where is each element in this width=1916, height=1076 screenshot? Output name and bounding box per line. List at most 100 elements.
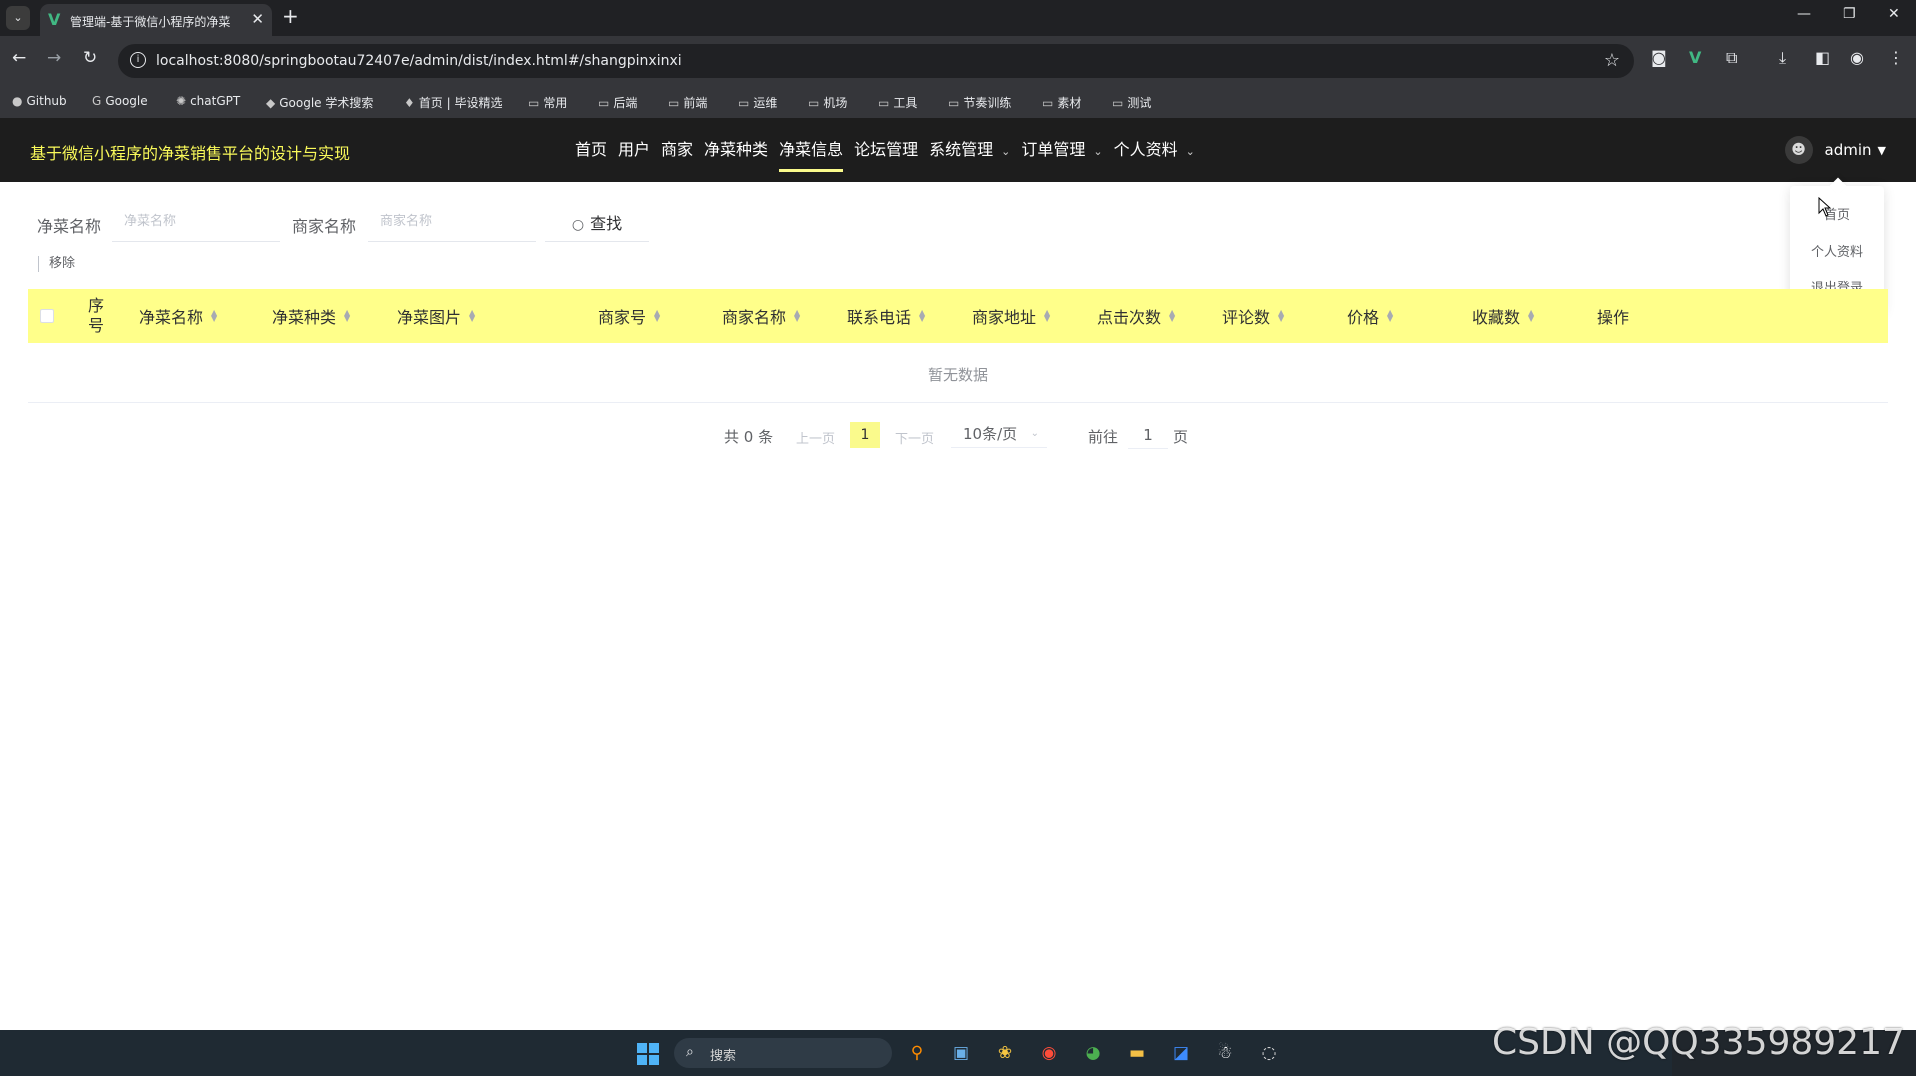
col-favorite-count[interactable]: 收藏数 ▲ ▼ bbox=[1472, 289, 1536, 343]
tab-list-button[interactable]: ⌄ bbox=[6, 6, 30, 30]
reload-icon[interactable]: ↻ bbox=[83, 48, 97, 68]
restore-icon[interactable]: ❐ bbox=[1843, 6, 1856, 22]
dropdown-item-home[interactable]: 首页 bbox=[1790, 204, 1884, 223]
bookmark-chatgpt[interactable]: ✺ chatGPT bbox=[176, 94, 240, 108]
bookmark-folder-changyong[interactable]: ▭ 常用 bbox=[528, 94, 567, 111]
vegetable-name-input[interactable] bbox=[112, 202, 280, 242]
vue-devtools-icon[interactable]: V bbox=[1689, 48, 1701, 67]
nav-vegetable-info[interactable]: 净菜信息 bbox=[779, 118, 844, 182]
bookmark-folder-yunwei[interactable]: ▭ 运维 bbox=[738, 94, 777, 111]
chrome-icon[interactable]: ◕ bbox=[1079, 1039, 1107, 1067]
qq-icon[interactable]: ☃ bbox=[1211, 1039, 1239, 1067]
user-name: admin bbox=[1824, 141, 1872, 159]
col-price[interactable]: 价格 ▲ ▼ bbox=[1347, 289, 1395, 343]
col-merchant-id[interactable]: 商家号 ▲ ▼ bbox=[598, 289, 662, 343]
sort-icon[interactable]: ▲ ▼ bbox=[344, 309, 352, 323]
nav-merchants[interactable]: 商家 bbox=[661, 118, 693, 182]
search-button[interactable]: ○ 查找 bbox=[545, 202, 649, 242]
profile-avatar-icon[interactable]: ◉ bbox=[1850, 48, 1864, 67]
incognito-extension-icon[interactable]: ◙ bbox=[1651, 48, 1667, 67]
col-vegetable-category[interactable]: 净菜种类 ▲ ▼ bbox=[272, 289, 352, 343]
close-window-icon[interactable]: ✕ bbox=[1888, 6, 1900, 22]
tab-close-icon[interactable]: ✕ bbox=[251, 10, 264, 28]
intellij-idea-icon[interactable]: ◪ bbox=[1167, 1039, 1195, 1067]
col-merchant-address[interactable]: 商家地址 ▲ ▼ bbox=[972, 289, 1052, 343]
back-icon[interactable]: ← bbox=[12, 48, 26, 68]
bookmark-google[interactable]: G Google bbox=[92, 94, 148, 108]
mouse-cursor-icon bbox=[1818, 197, 1832, 217]
bookmark-folder-qianduan[interactable]: ▭ 前端 bbox=[668, 94, 707, 111]
sort-icon[interactable]: ▲ ▼ bbox=[1278, 309, 1286, 323]
col-merchant-name[interactable]: 商家名称 ▲ ▼ bbox=[722, 289, 802, 343]
col-phone[interactable]: 联系电话 ▲ ▼ bbox=[847, 289, 927, 343]
remove-button[interactable]: 移除 bbox=[38, 256, 75, 272]
bookmark-google-scholar[interactable]: ◆ Google 学术搜索 bbox=[266, 94, 373, 111]
col-comment-count[interactable]: 评论数 ▲ ▼ bbox=[1222, 289, 1286, 343]
bookmark-star-icon[interactable]: ☆ bbox=[1604, 50, 1620, 71]
baidu-netdisk-icon[interactable]: ❀ bbox=[991, 1039, 1019, 1067]
scholar-icon: ◆ bbox=[266, 96, 276, 110]
col-vegetable-image[interactable]: 净菜图片 ▲ ▼ bbox=[397, 289, 477, 343]
nav-order-management[interactable]: 订单管理 ⌄ bbox=[1021, 118, 1102, 182]
merchant-name-label: 商家名称 bbox=[292, 217, 357, 236]
sort-icon[interactable]: ▲ ▼ bbox=[1169, 309, 1177, 323]
sort-icon[interactable]: ▲ ▼ bbox=[1528, 309, 1536, 323]
select-all-checkbox[interactable] bbox=[40, 309, 54, 323]
bookmark-folder-sucai[interactable]: ▭ 素材 bbox=[1042, 94, 1081, 111]
pagination-goto-input[interactable] bbox=[1128, 421, 1168, 449]
windows-start-icon[interactable] bbox=[637, 1043, 659, 1065]
pagination-next-button[interactable]: 下一页 bbox=[895, 428, 934, 447]
site-info-icon[interactable]: i bbox=[130, 52, 146, 68]
sort-icon[interactable]: ▲ ▼ bbox=[469, 309, 477, 323]
file-explorer-icon[interactable]: ▬ bbox=[1123, 1039, 1151, 1067]
nav-users[interactable]: 用户 bbox=[618, 118, 650, 182]
extensions-icon[interactable]: ⧉ bbox=[1726, 48, 1737, 68]
sort-icon[interactable]: ▲ ▼ bbox=[1387, 309, 1395, 323]
col-vegetable-name[interactable]: 净菜名称 ▲ ▼ bbox=[139, 289, 219, 343]
sort-icon[interactable]: ▲ ▼ bbox=[794, 309, 802, 323]
bookmark-folder-ceshi[interactable]: ▭ 测试 bbox=[1112, 94, 1151, 111]
sort-icon[interactable]: ▲ ▼ bbox=[919, 309, 927, 323]
sort-icon[interactable]: ▲ ▼ bbox=[1044, 309, 1052, 323]
nav-home[interactable]: 首页 bbox=[575, 118, 607, 182]
minimize-icon[interactable]: — bbox=[1797, 6, 1811, 22]
chatgpt-icon: ✺ bbox=[176, 94, 187, 108]
bookmark-bishe[interactable]: ♦ 首页 | 毕设精选 bbox=[404, 94, 502, 111]
address-bar[interactable]: i localhost:8080/springbootau72407e/admi… bbox=[118, 44, 1634, 78]
pagination-prev-button[interactable]: 上一页 bbox=[796, 428, 835, 447]
col-click-count[interactable]: 点击次数 ▲ ▼ bbox=[1097, 289, 1177, 343]
wechat-icon[interactable]: ◌ bbox=[1255, 1039, 1283, 1067]
pagination-page-1[interactable]: 1 bbox=[850, 422, 880, 448]
bookmark-folder-houduan[interactable]: ▭ 后端 bbox=[598, 94, 637, 111]
table-header-row: 序 号 净菜名称 ▲ ▼ 净菜种类 ▲ ▼ 净菜图片 ▲ ▼ 商家号 ▲ ▼ 商家名称 ▲ ▼ 联系… bbox=[28, 289, 1888, 343]
snail-app-icon[interactable]: ◉ bbox=[1035, 1039, 1063, 1067]
top-nav-menu: 首页 用户 商家 净菜种类 净菜信息 论坛管理 系统管理 ⌄ 订单管理 ⌄ 个人资料… bbox=[575, 118, 1206, 182]
bookmark-folder-jichang[interactable]: ▭ 机场 bbox=[808, 94, 847, 111]
nav-vegetable-categories[interactable]: 净菜种类 bbox=[704, 118, 768, 182]
page-size-select[interactable]: 10条/页 ⌄ bbox=[951, 420, 1047, 448]
merchant-name-input[interactable] bbox=[368, 202, 536, 242]
remote-desktop-icon[interactable]: ▣ bbox=[947, 1039, 975, 1067]
new-tab-button[interactable]: + bbox=[282, 4, 299, 28]
browser-tab[interactable]: V 管理端-基于微信小程序的净菜 ✕ bbox=[40, 4, 272, 36]
bookmark-folder-jiezou[interactable]: ▭ 节奏训练 bbox=[948, 94, 1011, 111]
user-menu-trigger[interactable]: ☻ admin ▼ bbox=[1784, 132, 1886, 168]
bookmark-github[interactable]: ● Github bbox=[12, 94, 67, 108]
github-icon: ● bbox=[12, 94, 23, 108]
nav-forum-management[interactable]: 论坛管理 bbox=[854, 118, 918, 182]
nav-system-management[interactable]: 系统管理 ⌄ bbox=[929, 118, 1010, 182]
browser-menu-icon[interactable]: ⋮ bbox=[1888, 48, 1904, 67]
app-title: 基于微信小程序的净菜销售平台的设计与实现 bbox=[30, 144, 351, 163]
sort-icon[interactable]: ▲ ▼ bbox=[211, 309, 219, 323]
side-panel-icon[interactable]: ◧ bbox=[1815, 48, 1830, 67]
everything-search-icon[interactable]: ⚲ bbox=[903, 1039, 931, 1067]
pagination-total: 共 0 条 bbox=[724, 428, 774, 446]
sort-icon[interactable]: ▲ ▼ bbox=[654, 309, 662, 323]
taskbar-search[interactable]: ⌕ 搜索 bbox=[674, 1038, 892, 1068]
bookmark-folder-gongju[interactable]: ▭ 工具 bbox=[878, 94, 917, 111]
nav-profile[interactable]: 个人资料 ⌄ bbox=[1114, 118, 1195, 182]
forward-icon[interactable]: → bbox=[47, 48, 61, 68]
download-icon[interactable]: ⤓ bbox=[1779, 48, 1786, 68]
folder-icon: ▭ bbox=[948, 96, 960, 110]
dropdown-item-profile[interactable]: 个人资料 bbox=[1790, 241, 1884, 260]
